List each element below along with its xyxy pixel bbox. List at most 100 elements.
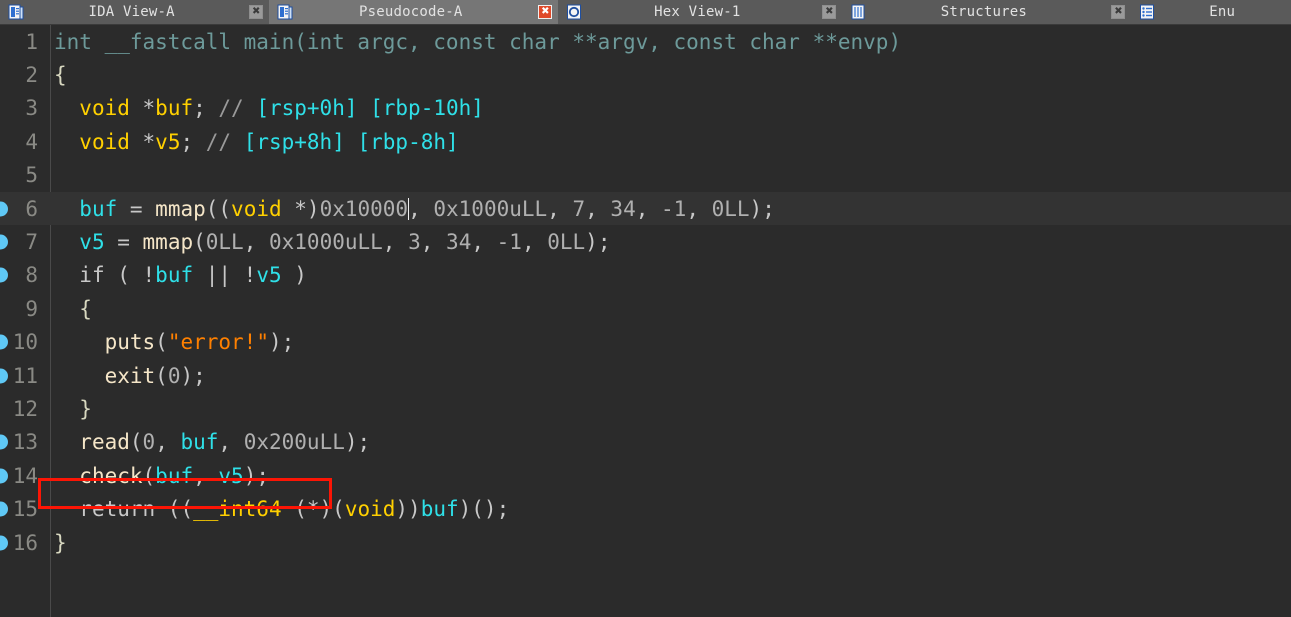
code-line[interactable]: 7 v5 = mmap(0LL, 0x1000uLL, 3, 34, -1, 0… — [0, 225, 1291, 258]
code-line[interactable]: 11 exit(0); — [0, 359, 1291, 392]
code-text[interactable]: return ((__int64 (*)(void))buf)(); — [44, 497, 1291, 521]
code-line[interactable]: 16} — [0, 526, 1291, 559]
code-token: return — [79, 497, 156, 522]
code-token: (( — [205, 196, 232, 221]
code-token: ); — [585, 230, 611, 255]
code-token: 0x1000uLL — [433, 196, 548, 221]
code-token: ; — [180, 129, 206, 154]
code-text[interactable]: int __fastcall main(int argc, const char… — [44, 30, 1291, 54]
code-token: check — [79, 463, 143, 488]
tab-close-icon[interactable]: ✖ — [249, 5, 264, 19]
tab-ida-view-a[interactable]: IDA View-A ✖ — [0, 0, 270, 24]
code-line[interactable]: 9 { — [0, 292, 1291, 325]
code-text[interactable]: { — [44, 63, 1291, 87]
code-token: = — [104, 230, 143, 255]
code-token: , — [420, 230, 447, 255]
code-token: = — [117, 196, 156, 221]
code-token: , — [218, 430, 244, 455]
code-line[interactable]: 8 if ( !buf || !v5 ) — [0, 259, 1291, 292]
code-text[interactable]: void *buf; // [rsp+0h] [rbp-10h] — [44, 96, 1291, 120]
code-text[interactable]: if ( !buf || !v5 ) — [44, 263, 1291, 287]
code-token: void — [79, 96, 130, 121]
tab-label: Hex View-1 — [654, 4, 741, 20]
tab-close-icon[interactable]: ✖ — [1111, 5, 1126, 19]
code-line[interactable]: 14 check(buf, v5); — [0, 459, 1291, 492]
tab-close-icon[interactable]: ✖ — [822, 5, 837, 19]
code-token: v5 — [155, 129, 181, 154]
code-text[interactable]: read(0, buf, 0x200uLL); — [44, 430, 1291, 454]
code-line[interactable]: 15 return ((__int64 (*)(void))buf)(); — [0, 492, 1291, 525]
code-token: v5 — [256, 263, 282, 288]
code-token: } — [54, 530, 67, 555]
code-text[interactable]: void *v5; // [rsp+8h] [rbp-8h] — [44, 130, 1291, 154]
code-token: ( — [129, 430, 143, 455]
code-token: * — [129, 129, 156, 154]
code-token: // — [205, 129, 244, 154]
code-token: , — [471, 230, 497, 255]
code-token: ); — [344, 430, 371, 455]
code-token: 34 — [610, 196, 636, 221]
code-token: buf — [155, 463, 194, 488]
code-token: , — [243, 230, 269, 255]
code-token: 0x200uLL — [243, 430, 345, 455]
code-line[interactable]: 1 int __fastcall main(int argc, const cha… — [0, 25, 1291, 58]
tab-enu[interactable]: Enu — [1131, 0, 1291, 24]
code-token: , — [408, 196, 434, 221]
code-token: { — [54, 63, 67, 88]
code-text[interactable]: } — [44, 397, 1291, 421]
code-line[interactable]: 10 puts("error!"); — [0, 326, 1291, 359]
tab-close-icon[interactable]: ✖ — [538, 5, 553, 19]
code-token: , — [521, 230, 548, 255]
code-token: buf — [155, 96, 194, 121]
code-token: ( — [155, 330, 168, 355]
pseudocode-editor[interactable]: 1 int __fastcall main(int argc, const cha… — [0, 25, 1291, 617]
line-number: 9 — [25, 296, 38, 321]
code-token: buf — [155, 263, 194, 288]
code-text[interactable]: buf = mmap((void *)0x10000, 0x1000uLL, 7… — [44, 197, 1291, 221]
code-token: buf — [420, 497, 459, 522]
line-number: 12 — [12, 396, 38, 421]
structures-icon — [850, 4, 866, 20]
code-token: -1 — [496, 230, 522, 255]
code-token: [rsp+0h] [rbp-10h] — [256, 96, 484, 121]
code-text[interactable]: { — [44, 297, 1291, 321]
code-token: , — [547, 196, 573, 221]
code-token: , — [193, 463, 219, 488]
code-text[interactable]: } — [44, 531, 1291, 555]
tab-structures[interactable]: Structures ✖ — [842, 0, 1132, 24]
tab-pseudocode-a[interactable]: Pseudocode-A ✖ — [269, 0, 559, 24]
code-text[interactable]: check(buf, v5); — [44, 464, 1291, 488]
tab-hex-view-1[interactable]: Hex View-1 ✖ — [558, 0, 843, 24]
line-number: 2 — [25, 63, 38, 88]
code-text[interactable]: puts("error!"); — [44, 330, 1291, 354]
code-line[interactable]: 2{ — [0, 58, 1291, 91]
code-token: , — [585, 196, 611, 221]
code-token: 34 — [446, 230, 472, 255]
code-token: [rsp+8h] [rbp-8h] — [243, 129, 459, 154]
code-line[interactable]: 3 void *buf; // [rsp+0h] [rbp-10h] — [0, 92, 1291, 125]
code-token: } — [79, 396, 92, 421]
view-tab-bar[interactable]: IDA View-A ✖ Pseudocode-A ✖ Hex View-1 ✖ Struc… — [0, 0, 1291, 25]
code-token: ( — [155, 363, 168, 388]
code-token: read — [79, 430, 130, 455]
code-token: 0x1000uLL — [269, 230, 383, 255]
code-text[interactable]: v5 = mmap(0LL, 0x1000uLL, 3, 34, -1, 0LL… — [44, 230, 1291, 254]
code-line[interactable]: 13 read(0, buf, 0x200uLL); — [0, 426, 1291, 459]
code-line[interactable]: 5 — [0, 159, 1291, 192]
line-number: 4 — [25, 129, 38, 154]
code-token: 0LL — [711, 196, 750, 221]
code-token: mmap — [155, 196, 206, 221]
code-token: )) — [395, 497, 421, 522]
code-line[interactable]: 4 void *v5; // [rsp+8h] [rbp-8h] — [0, 125, 1291, 158]
line-number: 3 — [25, 96, 38, 121]
code-line[interactable]: 12 } — [0, 392, 1291, 425]
code-line[interactable]: 6 buf = mmap((void *)0x10000, 0x1000uLL,… — [0, 191, 1291, 226]
code-token: 0 — [142, 430, 156, 455]
code-text[interactable]: exit(0); — [44, 364, 1291, 388]
code-token: 0LL — [547, 230, 586, 255]
